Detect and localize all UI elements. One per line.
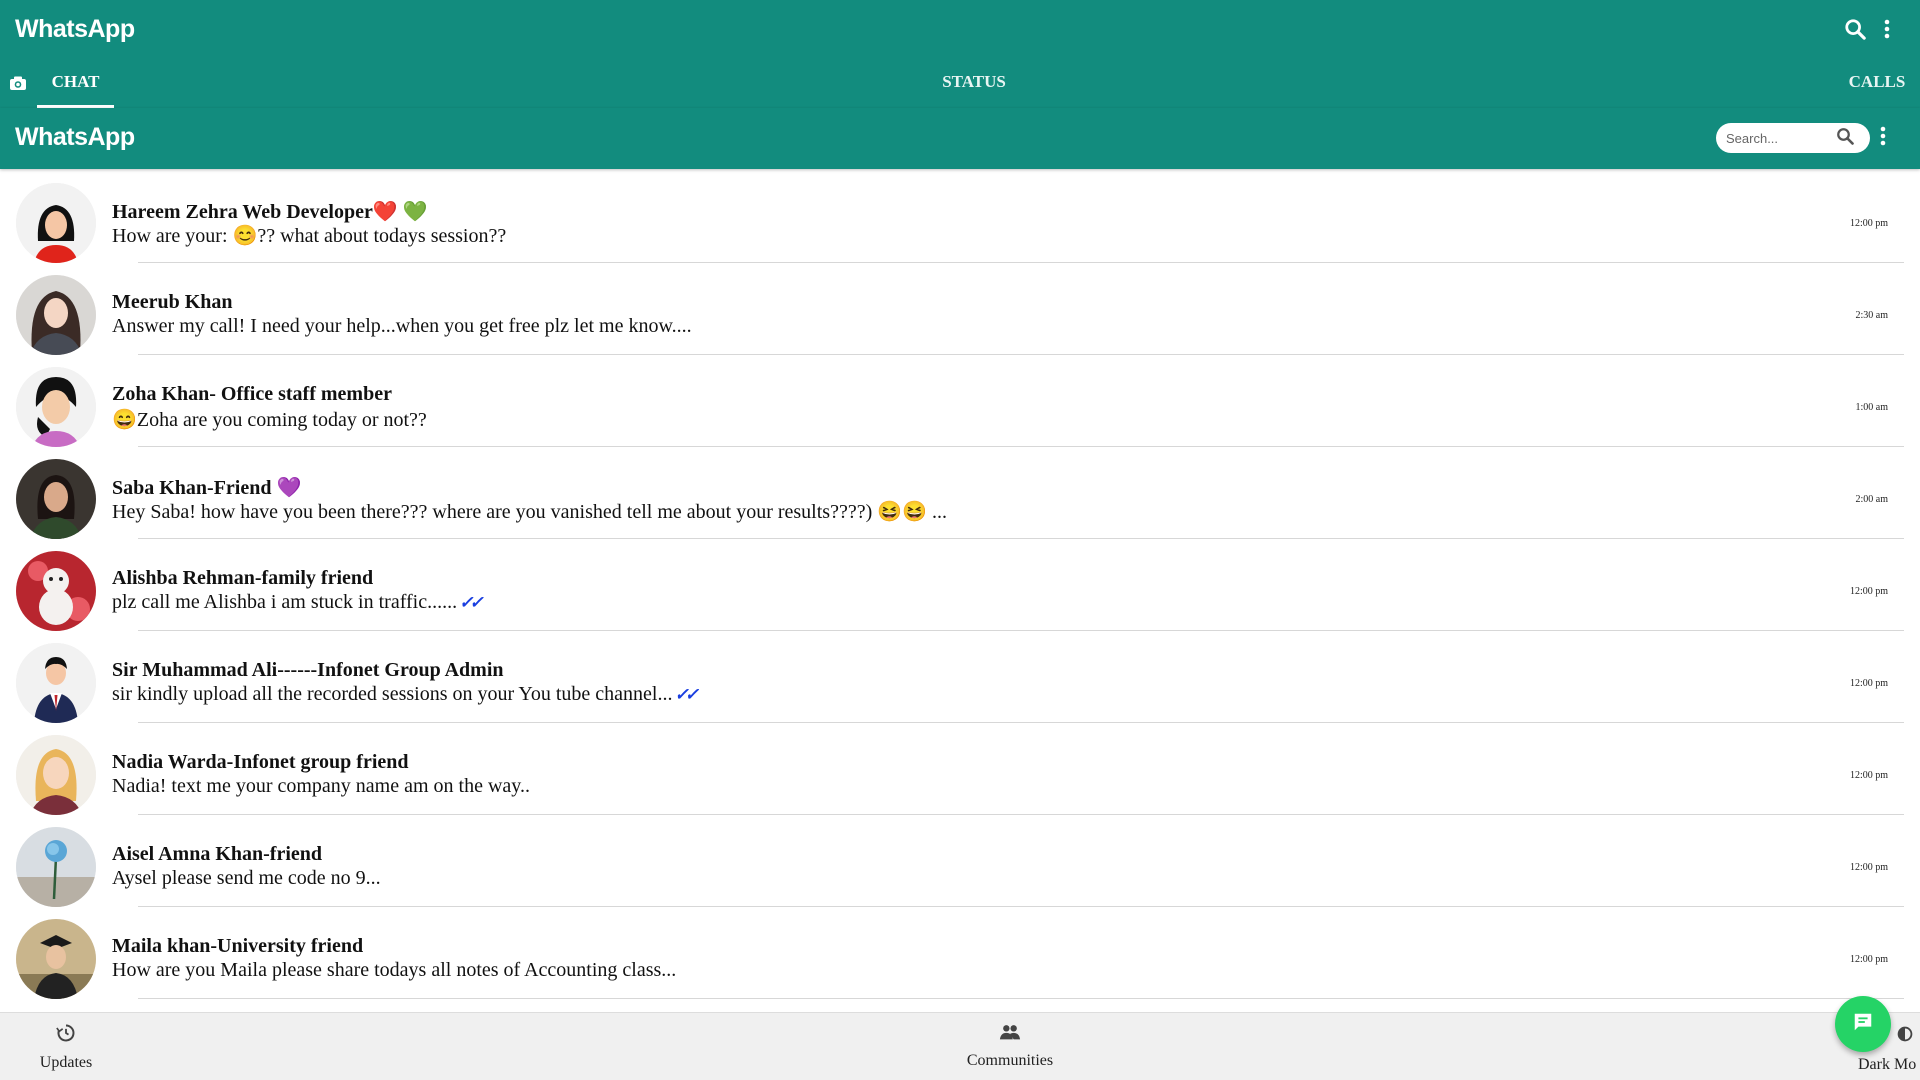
last-message: How are you Maila please share todays al…: [112, 959, 677, 981]
chat-row[interactable]: Maila khan-University friend How are you…: [0, 907, 1920, 999]
contact-name: Maila khan-University friend: [112, 935, 364, 957]
dark-mode-icon: [1894, 1026, 1916, 1049]
tab-calls[interactable]: CALLS: [1842, 64, 1912, 108]
nav-communities[interactable]: Communities: [960, 1023, 1060, 1070]
more-vertical-icon[interactable]: [1884, 19, 1890, 44]
chat-header-title: WhatsApp: [15, 123, 135, 151]
chat-row[interactable]: Alishba Rehman-family friend plz call me…: [0, 539, 1920, 631]
message-time: 1:00 am: [1855, 402, 1889, 413]
tab-status-label: STATUS: [942, 72, 1006, 91]
last-message: plz call me Alishba i am stuck in traffi…: [112, 591, 484, 613]
tab-chat-label: CHAT: [51, 72, 100, 91]
chat-row[interactable]: Sir Muhammad Ali------Infonet Group Admi…: [0, 631, 1920, 723]
contact-name: Zoha Khan- Office staff member: [112, 383, 392, 405]
message-time: 2:30 am: [1855, 310, 1889, 321]
search-input[interactable]: [1726, 130, 1836, 146]
chat-row[interactable]: Nadia Warda-Infonet group friend Nadia! …: [0, 723, 1920, 815]
nav-dark-mode-label: Dark Mo: [1858, 1056, 1917, 1073]
avatar[interactable]: [16, 459, 96, 539]
chat-list: Hareem Zehra Web Developer❤️ 💚 How are y…: [0, 171, 1920, 999]
message-time: 12:00 pm: [1849, 586, 1888, 597]
avatar[interactable]: [16, 643, 96, 723]
tab-calls-label: CALLS: [1848, 72, 1906, 91]
contact-name: Meerub Khan: [112, 291, 233, 313]
contact-name: Alishba Rehman-family friend: [112, 567, 374, 589]
contact-name: Nadia Warda-Infonet group friend: [112, 751, 409, 773]
camera-icon[interactable]: [9, 75, 27, 96]
avatar[interactable]: [16, 367, 96, 447]
updates-icon: [56, 1024, 76, 1047]
top-actions: [1844, 18, 1890, 45]
last-message: Nadia! text me your company name am on t…: [112, 775, 531, 797]
contact-name: Hareem Zehra Web Developer❤️ 💚: [112, 201, 428, 223]
message-time: 12:00 pm: [1849, 770, 1888, 781]
avatar[interactable]: [16, 735, 96, 815]
last-message: Hey Saba! how have you been there??? whe…: [112, 501, 948, 523]
more-vertical-icon[interactable]: [1880, 126, 1886, 151]
contact-name: Sir Muhammad Ali------Infonet Group Admi…: [112, 659, 504, 681]
read-ticks-icon: ✓✓: [674, 685, 698, 704]
search-box[interactable]: [1716, 123, 1870, 153]
chat-row[interactable]: Meerub Khan Answer my call! I need your …: [0, 263, 1920, 355]
chat-row[interactable]: Zoha Khan- Office staff member 😄Zoha are…: [0, 355, 1920, 447]
tab-status[interactable]: STATUS: [930, 64, 1018, 108]
last-message: 😄Zoha are you coming today or not??: [112, 409, 427, 431]
app-title: WhatsApp: [15, 15, 135, 43]
message-time: 12:00 pm: [1849, 218, 1888, 229]
contact-name: Saba Khan-Friend 💜: [112, 477, 302, 499]
chat-row[interactable]: Aisel Amna Khan-friend Aysel please send…: [0, 815, 1920, 907]
divider: [138, 998, 1904, 999]
last-message: sir kindly upload all the recorded sessi…: [112, 683, 699, 705]
communities-icon: [999, 1025, 1021, 1045]
avatar[interactable]: [16, 827, 96, 907]
avatar[interactable]: [16, 183, 96, 263]
message-time: 2:00 am: [1855, 494, 1889, 505]
chat-header-bar: WhatsApp: [0, 108, 1920, 169]
nav-updates[interactable]: Updates: [38, 1023, 94, 1072]
top-app-bar: WhatsApp CHAT STATUS CALLS: [0, 0, 1920, 108]
search-icon[interactable]: [1844, 18, 1866, 45]
new-chat-button[interactable]: [1835, 996, 1891, 1052]
nav-communities-label: Communities: [966, 1052, 1054, 1069]
avatar[interactable]: [16, 919, 96, 999]
message-time: 12:00 pm: [1849, 954, 1888, 965]
avatar[interactable]: [16, 275, 96, 355]
last-message: Answer my call! I need your help...when …: [112, 315, 692, 337]
message-time: 12:00 pm: [1849, 862, 1888, 873]
contact-name: Aisel Amna Khan-friend: [112, 843, 323, 865]
read-ticks-icon: ✓✓: [459, 593, 483, 612]
chat-row[interactable]: Hareem Zehra Web Developer❤️ 💚 How are y…: [0, 171, 1920, 263]
bottom-navigation: Updates Communities Dark Mo: [0, 1012, 1920, 1080]
nav-updates-label: Updates: [39, 1054, 93, 1071]
avatar[interactable]: [16, 551, 96, 631]
tab-chat[interactable]: CHAT: [37, 64, 114, 108]
last-message: How are your: 😊?? what about todays sess…: [112, 225, 507, 247]
new-chat-icon: [1852, 1011, 1874, 1038]
search-icon[interactable]: [1836, 127, 1854, 150]
message-time: 12:00 pm: [1849, 678, 1888, 689]
tab-bar: CHAT STATUS CALLS: [0, 64, 1920, 108]
last-message: Aysel please send me code no 9...: [112, 867, 381, 889]
chat-row[interactable]: Saba Khan-Friend 💜 Hey Saba! how have yo…: [0, 447, 1920, 539]
